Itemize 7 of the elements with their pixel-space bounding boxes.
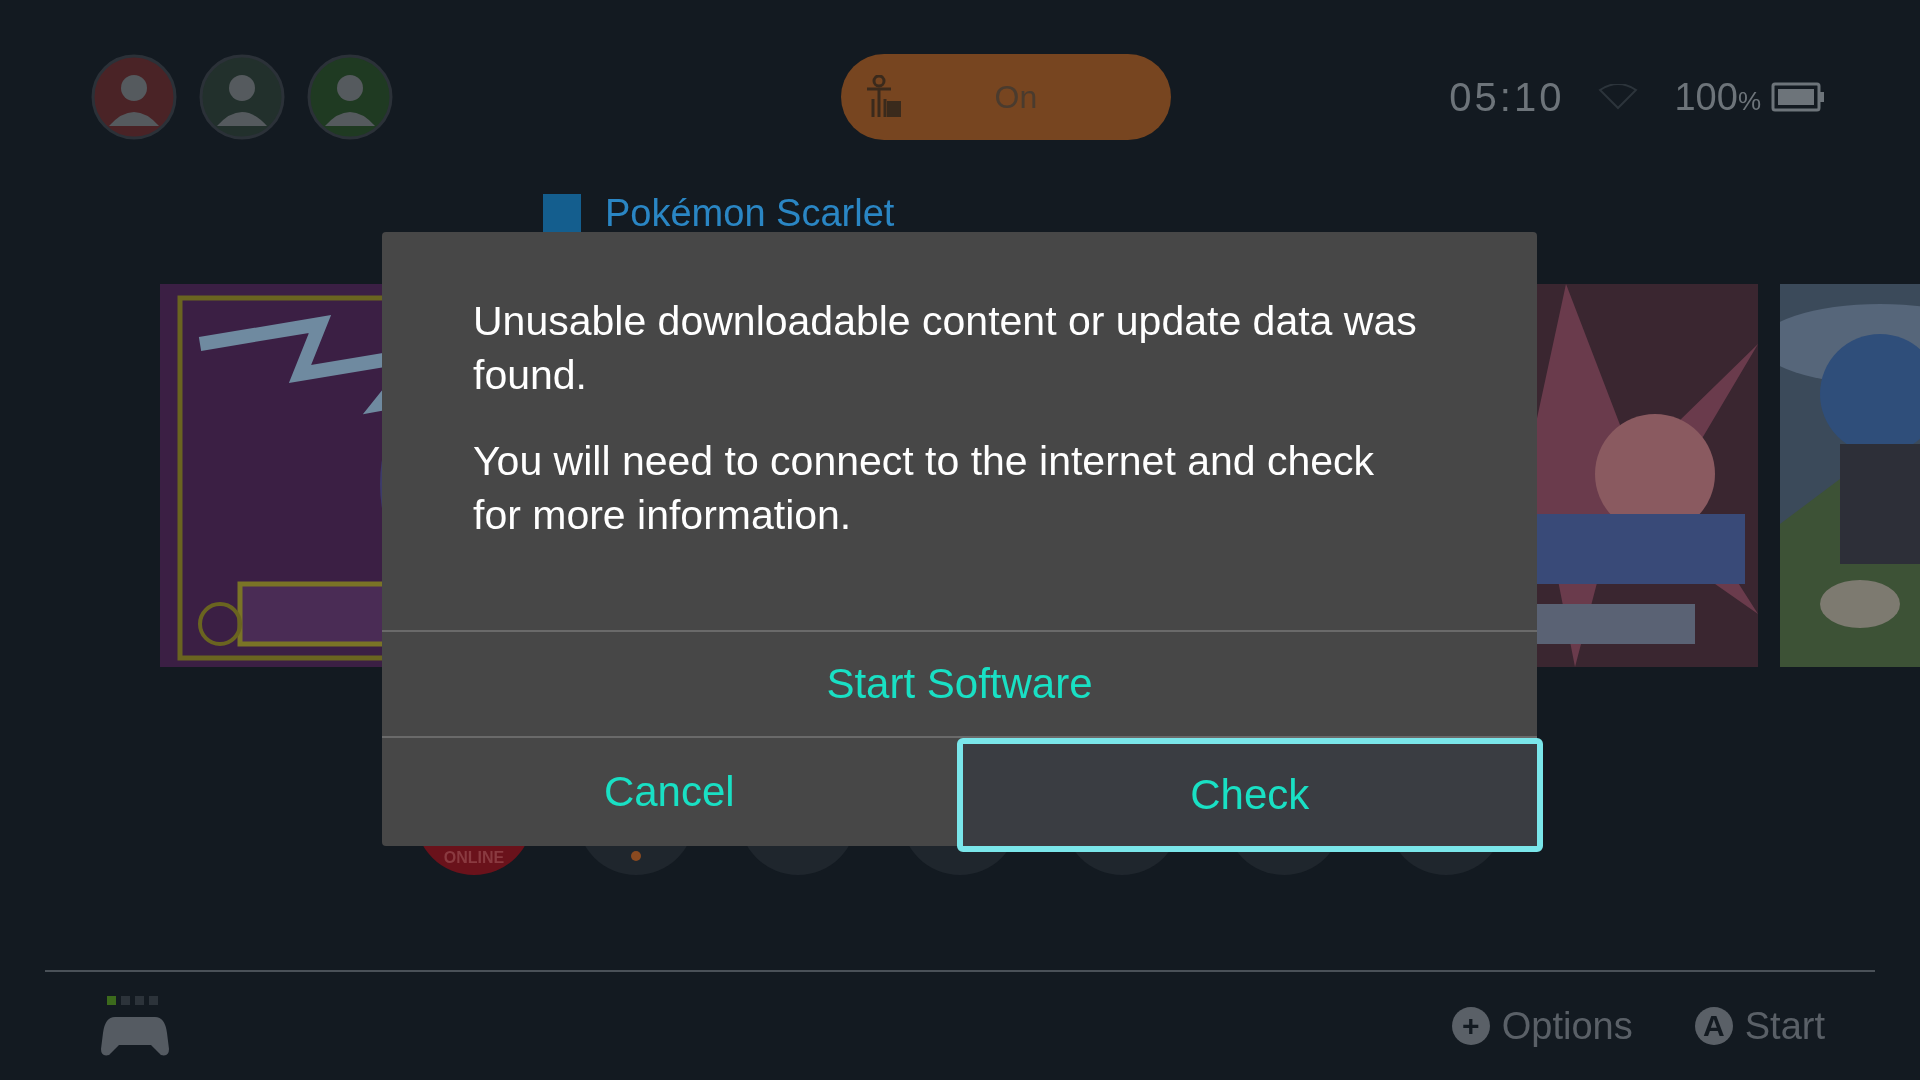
dialog-message: You will need to connect to the internet and check for more information. bbox=[473, 437, 1376, 540]
clock-time: 05:10 bbox=[1449, 74, 1565, 120]
dialog-button[interactable]: Cancel bbox=[382, 738, 957, 846]
dialog-button[interactable]: Check bbox=[956, 738, 1543, 852]
battery-percentage: 100% bbox=[1674, 75, 1761, 119]
dialog-message: Unusable downloadable content or update data was found. bbox=[473, 297, 1418, 400]
game-title: Pokémon Scarlet bbox=[605, 191, 895, 235]
